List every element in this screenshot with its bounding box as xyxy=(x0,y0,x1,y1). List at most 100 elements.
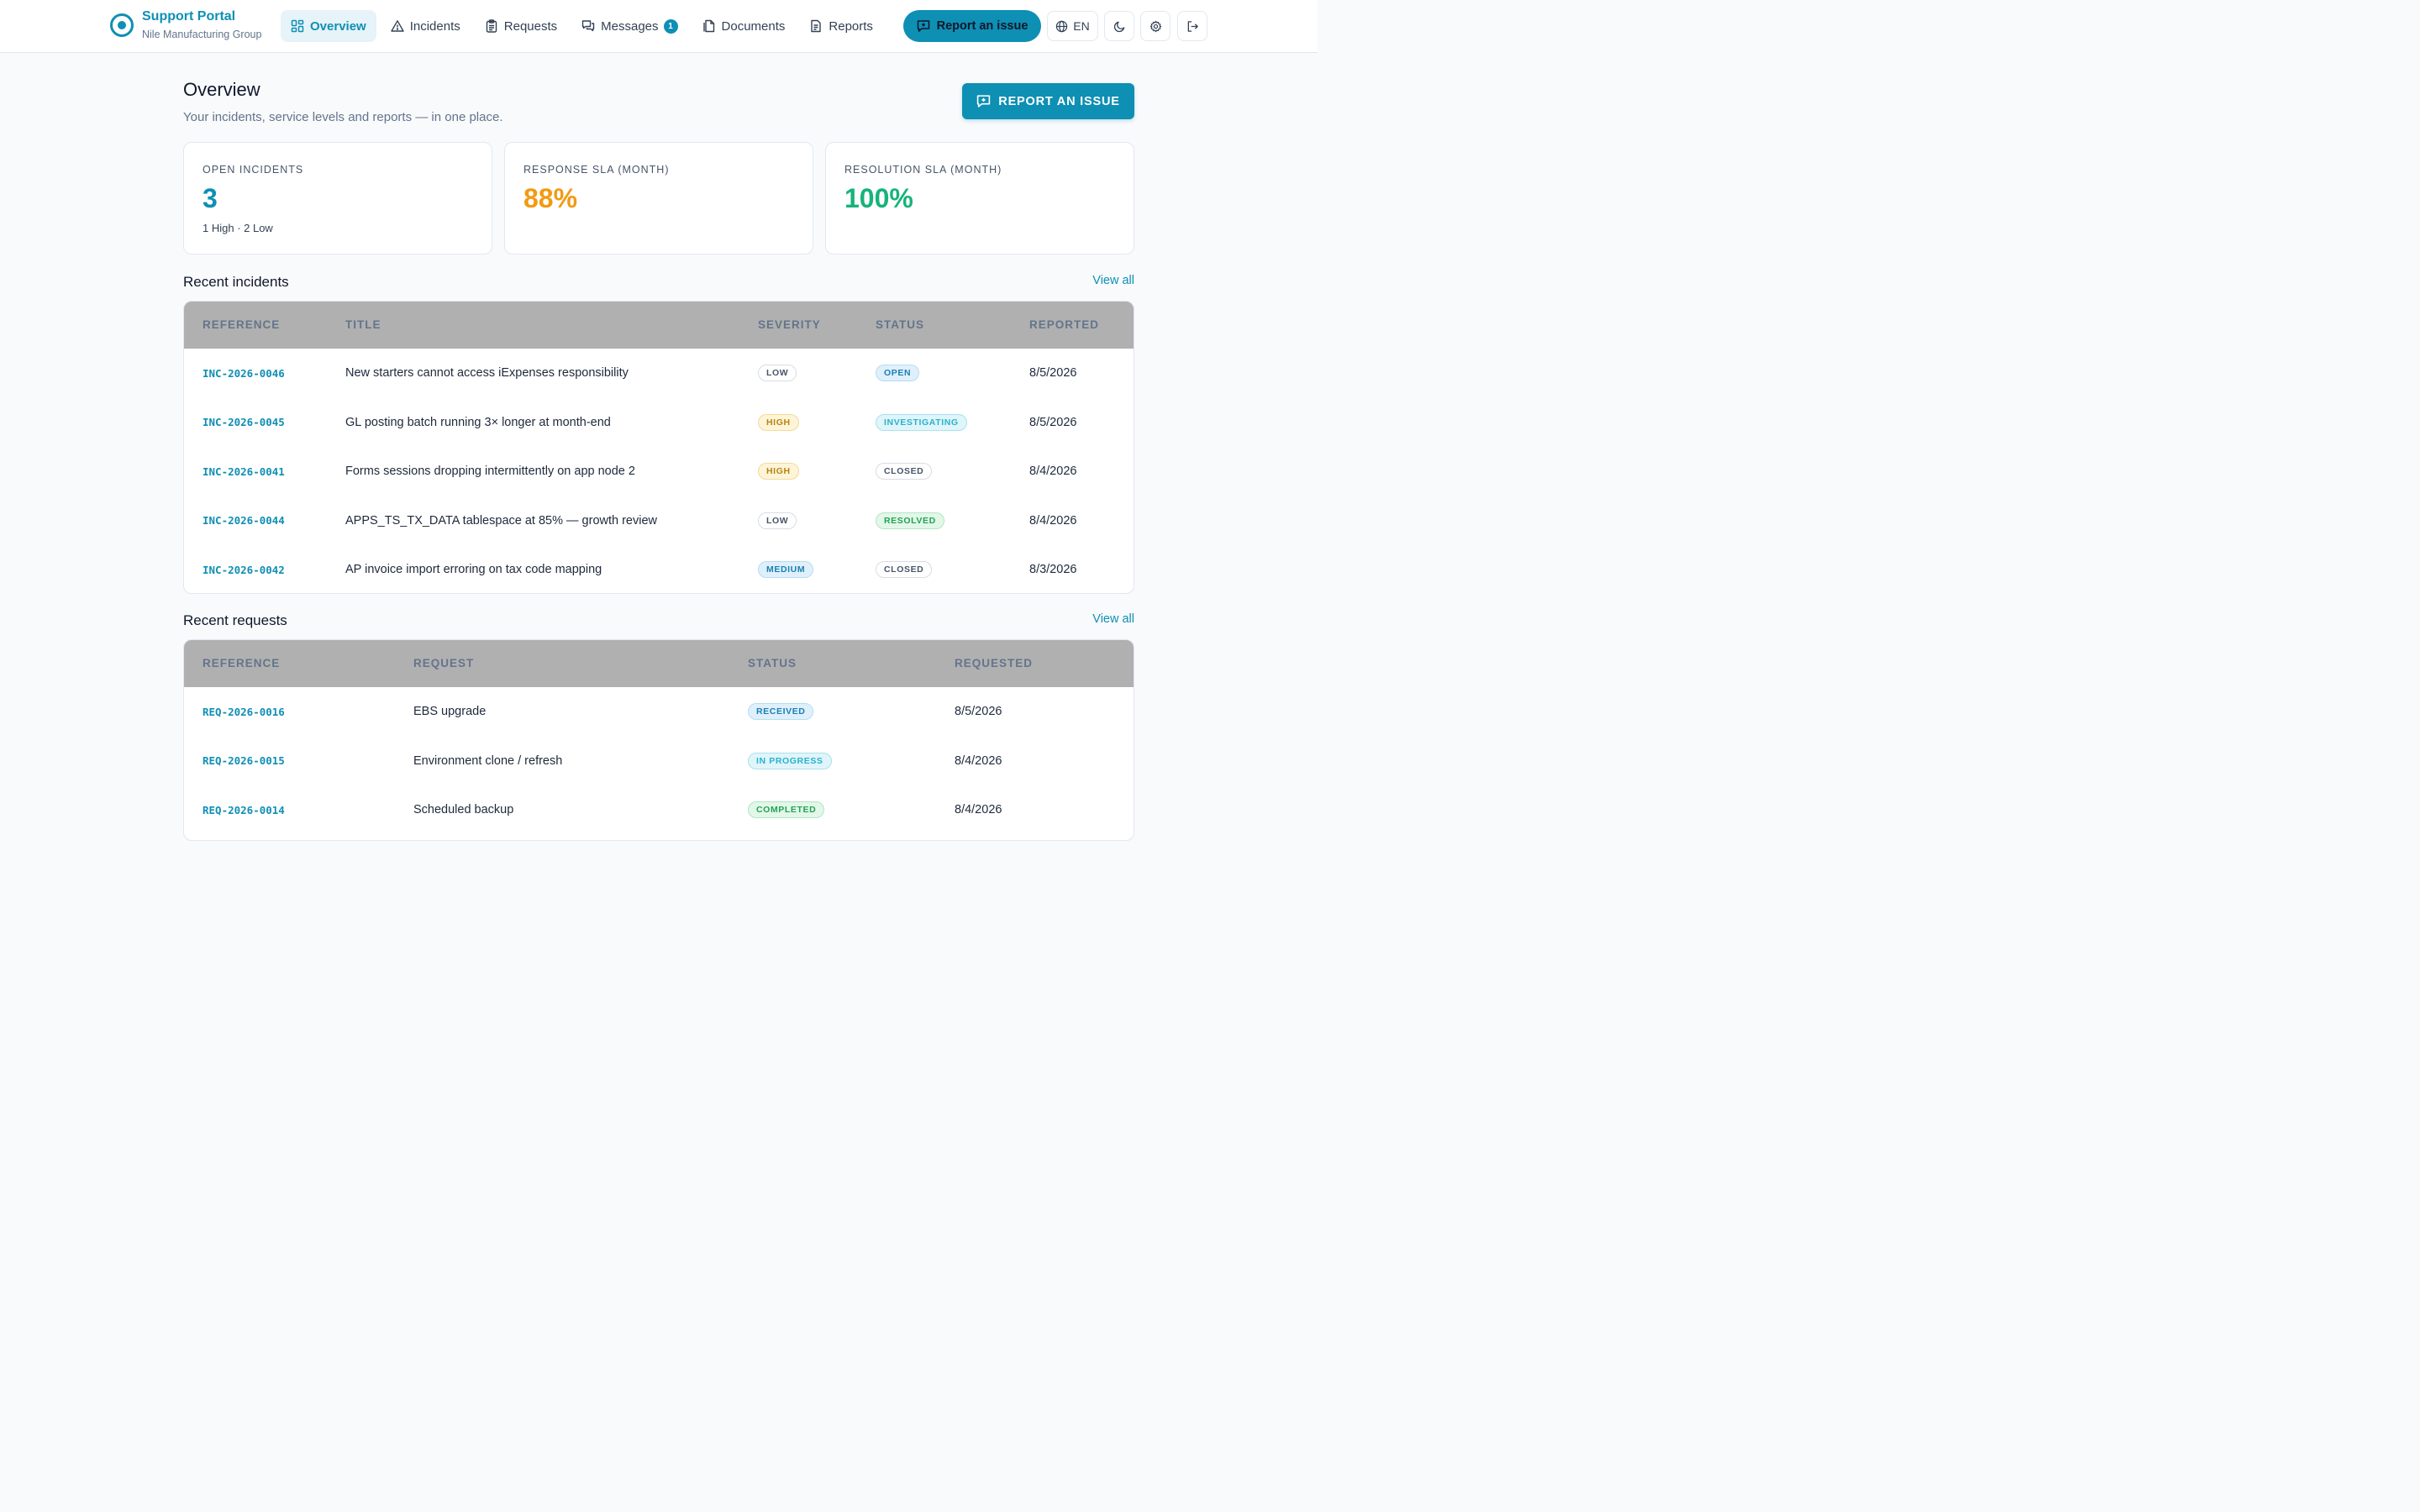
status-cell: IN PROGRESS xyxy=(748,737,832,786)
column-header[interactable]: REPORTED xyxy=(1029,318,1099,331)
table-row[interactable]: REQ-2026-0014 Scheduled backup COMPLETED 8/… xyxy=(184,785,1134,835)
severity-badge: LOW xyxy=(758,365,797,382)
request-name: Environment clone / refresh xyxy=(413,753,563,768)
message-plus-icon xyxy=(917,20,929,32)
status-badge: INVESTIGATING xyxy=(876,413,967,431)
nav-item-requests[interactable]: Requests xyxy=(475,10,567,42)
grid-icon xyxy=(291,19,304,33)
request-reference-link[interactable]: REQ-2026-0016 xyxy=(203,687,285,737)
brand-title: Support Portal xyxy=(142,9,236,24)
incident-reference-link[interactable]: INC-2026-0046 xyxy=(203,349,285,398)
incidents-view-all-link[interactable]: View all xyxy=(1092,274,1134,287)
gear-icon xyxy=(1150,20,1161,32)
requested-date: 8/5/2026 xyxy=(955,705,1002,719)
status-cell: COMPLETED xyxy=(748,785,825,835)
settings-button[interactable] xyxy=(1140,11,1171,41)
main-nav: Overview Incidents Requests Messages 1 D… xyxy=(281,10,887,42)
severity-badge: HIGH xyxy=(758,413,799,431)
logout-button[interactable] xyxy=(1177,11,1207,41)
severity-cell: LOW xyxy=(758,496,797,546)
status-cell: OPEN xyxy=(876,349,920,398)
requested-date: 8/4/2026 xyxy=(955,753,1002,768)
status-badge: COMPLETED xyxy=(748,801,825,819)
severity-cell: HIGH xyxy=(758,447,799,496)
column-header[interactable]: STATUS xyxy=(748,657,797,669)
column-header[interactable]: SEVERITY xyxy=(758,318,821,331)
reported-date: 8/5/2026 xyxy=(1029,366,1077,381)
severity-cell: MEDIUM xyxy=(758,545,814,593)
stat-card-resolution-sla: RESOLUTION SLA (MONTH) 100% xyxy=(825,142,1134,255)
column-header[interactable]: REFERENCE xyxy=(203,318,280,331)
recent-incidents-title: Recent incidents xyxy=(183,274,289,290)
request-name: Scheduled backup xyxy=(413,803,514,817)
requests-view-all-link[interactable]: View all xyxy=(1092,612,1134,626)
theme-toggle-button[interactable] xyxy=(1104,11,1134,41)
warning-triangle-icon xyxy=(391,19,404,33)
globe-icon xyxy=(1056,20,1068,32)
report-issue-button[interactable]: Report an issue xyxy=(903,10,1041,42)
request-reference-link[interactable]: REQ-2026-0014 xyxy=(203,785,285,835)
table-row[interactable]: REQ-2026-0016 EBS upgrade RECEIVED 8/5/2026 xyxy=(184,687,1134,737)
nav-item-overview[interactable]: Overview xyxy=(281,10,376,42)
chat-bubbles-icon xyxy=(581,19,595,33)
reported-date: 8/4/2026 xyxy=(1029,513,1077,528)
report-file-icon xyxy=(809,19,823,33)
nav-item-documents[interactable]: Documents xyxy=(692,10,796,42)
requested-date: 8/4/2026 xyxy=(955,803,1002,817)
table-header: REFERENCE TITLE SEVERITY STATUS REPORTED xyxy=(184,302,1134,349)
moon-icon xyxy=(1113,21,1124,32)
report-issue-main-button[interactable]: REPORT AN ISSUE xyxy=(962,83,1134,119)
nav-item-label: Incidents xyxy=(409,18,460,34)
recent-requests-title: Recent requests xyxy=(183,612,287,628)
status-badge: CLOSED xyxy=(876,463,933,480)
nav-item-reports[interactable]: Reports xyxy=(799,10,883,42)
documents-icon xyxy=(702,19,716,33)
clipboard-icon xyxy=(485,19,498,33)
severity-badge: HIGH xyxy=(758,463,799,480)
reported-date: 8/5/2026 xyxy=(1029,415,1077,429)
table-row[interactable]: INC-2026-0046 New starters cannot access … xyxy=(184,349,1134,398)
report-issue-label: Report an issue xyxy=(936,19,1028,33)
nav-item-label: Overview xyxy=(310,18,366,34)
nav-item-messages[interactable]: Messages 1 xyxy=(571,10,687,42)
status-cell: CLOSED xyxy=(876,545,933,593)
column-header[interactable]: REFERENCE xyxy=(203,657,280,669)
request-reference-link[interactable]: REQ-2026-0015 xyxy=(203,737,285,786)
column-header[interactable]: REQUEST xyxy=(413,657,474,669)
request-name: EBS upgrade xyxy=(413,705,487,719)
incident-reference-link[interactable]: INC-2026-0042 xyxy=(203,545,285,593)
status-badge: CLOSED xyxy=(876,561,933,579)
incident-title: GL posting batch running 3× longer at mo… xyxy=(345,415,611,429)
language-label: EN xyxy=(1073,19,1090,33)
table-row[interactable]: INC-2026-0045 GL posting batch running 3×… xyxy=(184,398,1134,448)
top-navigation-bar: Support Portal Nile Manufacturing Group … xyxy=(0,0,1318,53)
brand-subtitle: Nile Manufacturing Group xyxy=(142,29,262,40)
nav-item-label: Documents xyxy=(721,18,786,34)
language-button[interactable]: EN xyxy=(1047,11,1098,41)
nav-item-incidents[interactable]: Incidents xyxy=(381,10,471,42)
incident-reference-link[interactable]: INC-2026-0044 xyxy=(203,496,285,546)
column-header[interactable]: TITLE xyxy=(345,318,381,331)
incident-title: Forms sessions dropping intermittently o… xyxy=(345,465,635,479)
status-badge: OPEN xyxy=(876,365,920,382)
page-title: Overview xyxy=(183,79,260,100)
severity-badge: MEDIUM xyxy=(758,561,814,579)
table-row[interactable]: INC-2026-0044 APPS_TS_TX_DATA tablespace … xyxy=(184,496,1134,546)
table-header: REFERENCE REQUEST STATUS REQUESTED xyxy=(184,640,1134,687)
page-subtitle: Your incidents, service levels and repor… xyxy=(183,110,503,124)
brand[interactable]: Support Portal Nile Manufacturing Group xyxy=(110,8,261,42)
status-cell: INVESTIGATING xyxy=(876,398,967,448)
stat-value: 100% xyxy=(844,183,913,213)
table-row[interactable]: REQ-2026-0015 Environment clone / refresh… xyxy=(184,737,1134,786)
incident-reference-link[interactable]: INC-2026-0045 xyxy=(203,398,285,448)
incidents-table: REFERENCE TITLE SEVERITY STATUS REPORTED… xyxy=(183,301,1134,594)
status-cell: RECEIVED xyxy=(748,687,814,737)
incident-reference-link[interactable]: INC-2026-0041 xyxy=(203,447,285,496)
table-row[interactable]: INC-2026-0041 Forms sessions dropping int… xyxy=(184,447,1134,496)
reported-date: 8/3/2026 xyxy=(1029,563,1077,577)
column-header[interactable]: REQUESTED xyxy=(955,657,1033,669)
severity-badge: LOW xyxy=(758,512,797,529)
stat-label: RESOLUTION SLA (MONTH) xyxy=(844,164,1002,176)
table-row[interactable]: INC-2026-0042 AP invoice import erroring … xyxy=(184,545,1134,593)
column-header[interactable]: STATUS xyxy=(876,318,924,331)
